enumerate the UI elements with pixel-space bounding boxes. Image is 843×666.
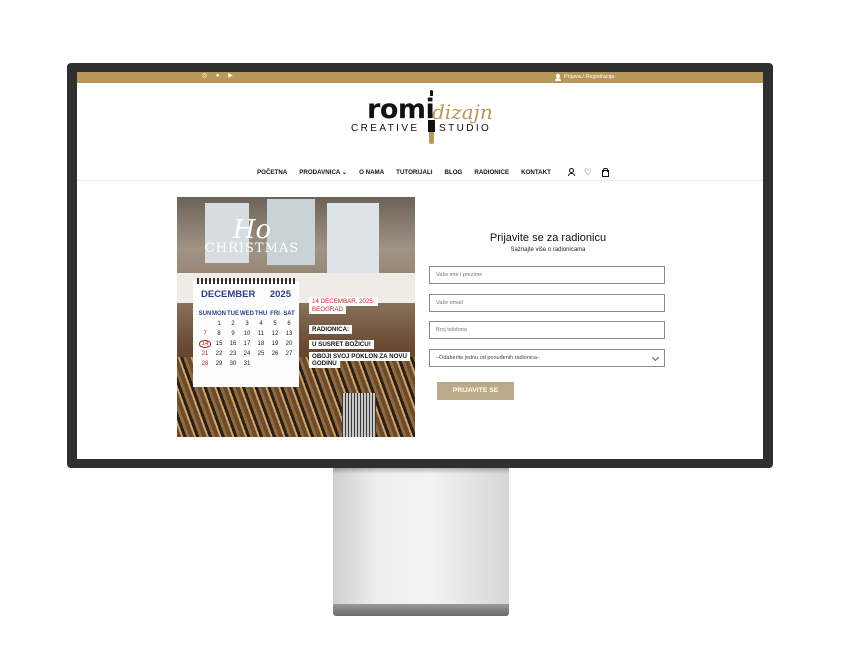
main-nav: POČETNA PRODAVNICA ⌄ O NAMA TUTORIJALI B…: [257, 167, 609, 177]
bag-icon[interactable]: [601, 168, 609, 177]
calendar-day: 10: [243, 331, 251, 337]
calendar-weekday: THU: [254, 311, 268, 317]
calendar-day: 30: [229, 361, 237, 367]
calendar-day: 19: [271, 341, 279, 347]
email-field[interactable]: Vaše email: [429, 294, 665, 312]
calendar-weekday: MON: [212, 311, 226, 317]
calendar-day: 26: [271, 351, 279, 357]
calendar-day: 3: [245, 321, 249, 327]
calendar-day: 15: [215, 341, 223, 347]
top-bar: ◎ ● ▶ Prijava / Registracija: [77, 72, 763, 83]
hero-subtitle: CHRISTMAS: [204, 241, 300, 256]
calendar: DECEMBER 2025 SUN MON TUE WED THU FRI SAT 1234…: [193, 278, 299, 387]
phone-field[interactable]: Broj telefona: [429, 321, 665, 339]
event-type: RADIONICA:: [309, 325, 353, 334]
form-title: Prijavite se za radionicu: [489, 232, 607, 244]
calendar-day: [198, 319, 212, 329]
logo-romi: romi: [367, 94, 435, 125]
calendar-day: 7: [203, 331, 207, 337]
event-city: BEOGRAD: [309, 305, 346, 314]
calendar-day: 14: [198, 339, 212, 349]
calendar-day: 1: [217, 321, 221, 327]
nav-divider: [77, 180, 763, 181]
logo-dizajn: dizajn: [432, 100, 493, 124]
calendar-day: 22: [215, 351, 223, 357]
monitor-stand: [333, 468, 509, 606]
calendar-day: [254, 359, 268, 369]
nav-item-tutorijali[interactable]: TUTORIJALI: [396, 169, 432, 176]
nav-item-pocetna[interactable]: POČETNA: [257, 169, 287, 176]
calendar-day: [282, 359, 296, 369]
calendar-day: 11: [257, 331, 265, 337]
calendar-day: [268, 359, 282, 369]
calendar-day: 2: [231, 321, 235, 327]
site-logo[interactable]: romi dizajn CREATIVE STUDIO: [349, 88, 499, 152]
nav-item-radionice[interactable]: RADIONICE: [474, 169, 509, 176]
calendar-weekday: WED: [240, 311, 254, 317]
social-links: ◎ ● ▶: [201, 73, 234, 80]
calendar-day: 27: [285, 351, 293, 357]
nav-item-blog[interactable]: BLOG: [445, 169, 463, 176]
calendar-day: 18: [257, 341, 265, 347]
monitor-frame: ◎ ● ▶ Prijava / Registracija romi dizajn…: [67, 63, 773, 468]
facebook-icon[interactable]: ●: [214, 73, 221, 80]
monitor-stand-base: [333, 604, 509, 616]
calendar-day: 12: [271, 331, 279, 337]
calendar-day: 24: [243, 351, 251, 357]
calendar-grid: SUN MON TUE WED THU FRI SAT 1 2 3 4 5 6 7 8 9 10 11 12 13 1…: [198, 309, 296, 369]
calendar-day: 31: [243, 361, 251, 367]
calendar-day: 9: [231, 331, 235, 337]
hero-title: Ho CHRISTMAS: [197, 215, 307, 256]
calendar-weekday: TUE: [227, 311, 239, 317]
event-name: U SUSRET BOŽIĆU!: [309, 340, 374, 349]
account-link-label[interactable]: Prijava / Registracija: [564, 73, 614, 82]
screen: ◎ ● ▶ Prijava / Registracija romi dizajn…: [77, 72, 763, 459]
workshop-select-value: –Odaberite jednu od ponuđenih radionica–: [436, 355, 540, 361]
chevron-down-icon: [651, 353, 660, 362]
calendar-day: 23: [229, 351, 237, 357]
user-icon: [555, 74, 561, 81]
nav-item-prodavnica[interactable]: PRODAVNICA ⌄: [299, 169, 347, 176]
name-field[interactable]: Vaše ime i prezime: [429, 266, 665, 284]
calendar-day: 21: [201, 351, 209, 357]
logo-studio: STUDIO: [439, 123, 492, 134]
calendar-day: 8: [217, 331, 221, 337]
nav-item-o-nama[interactable]: O NAMA: [359, 169, 384, 176]
stand-shadow: [333, 468, 509, 474]
calendar-day: 6: [287, 321, 291, 327]
workshop-image: Ho CHRISTMAS DECEMBER 2025 SUN MON TUE WED T…: [177, 197, 415, 437]
calendar-day: 17: [243, 341, 251, 347]
form-subtitle: Saznajte više o radionicama: [510, 247, 586, 253]
user-icon[interactable]: [567, 168, 575, 176]
nav-item-kontakt[interactable]: KONTAKT: [521, 169, 551, 176]
calendar-day: 20: [285, 341, 293, 347]
calendar-day: 13: [285, 331, 293, 337]
calendar-day: 16: [229, 341, 237, 347]
calendar-month: DECEMBER: [201, 289, 256, 300]
heart-icon[interactable]: ♡: [584, 168, 592, 177]
nav-icons: ♡: [567, 168, 609, 177]
calendar-weekday: FRI: [270, 311, 280, 317]
calendar-day: 4: [259, 321, 263, 327]
hero-script-title: Ho: [232, 215, 272, 245]
submit-button[interactable]: PRIJAVITE SE: [437, 382, 514, 400]
calendar-day: 5: [273, 321, 277, 327]
workshop-select[interactable]: –Odaberite jednu od ponuđenih radionica–: [429, 349, 665, 367]
calendar-day: 25: [257, 351, 265, 357]
calendar-year: 2025: [269, 289, 291, 300]
calendar-day: 28: [201, 361, 209, 367]
calendar-weekday: SUN: [198, 311, 212, 317]
account-link[interactable]: Prijava / Registracija: [555, 73, 614, 82]
logo-creative: CREATIVE: [351, 123, 420, 134]
event-desc-2: GODINU: [309, 359, 340, 368]
calendar-weekday: SAT: [283, 311, 295, 317]
calendar-day: 29: [215, 361, 223, 367]
youtube-icon[interactable]: ▶: [227, 73, 234, 80]
instagram-icon[interactable]: ◎: [201, 73, 208, 80]
